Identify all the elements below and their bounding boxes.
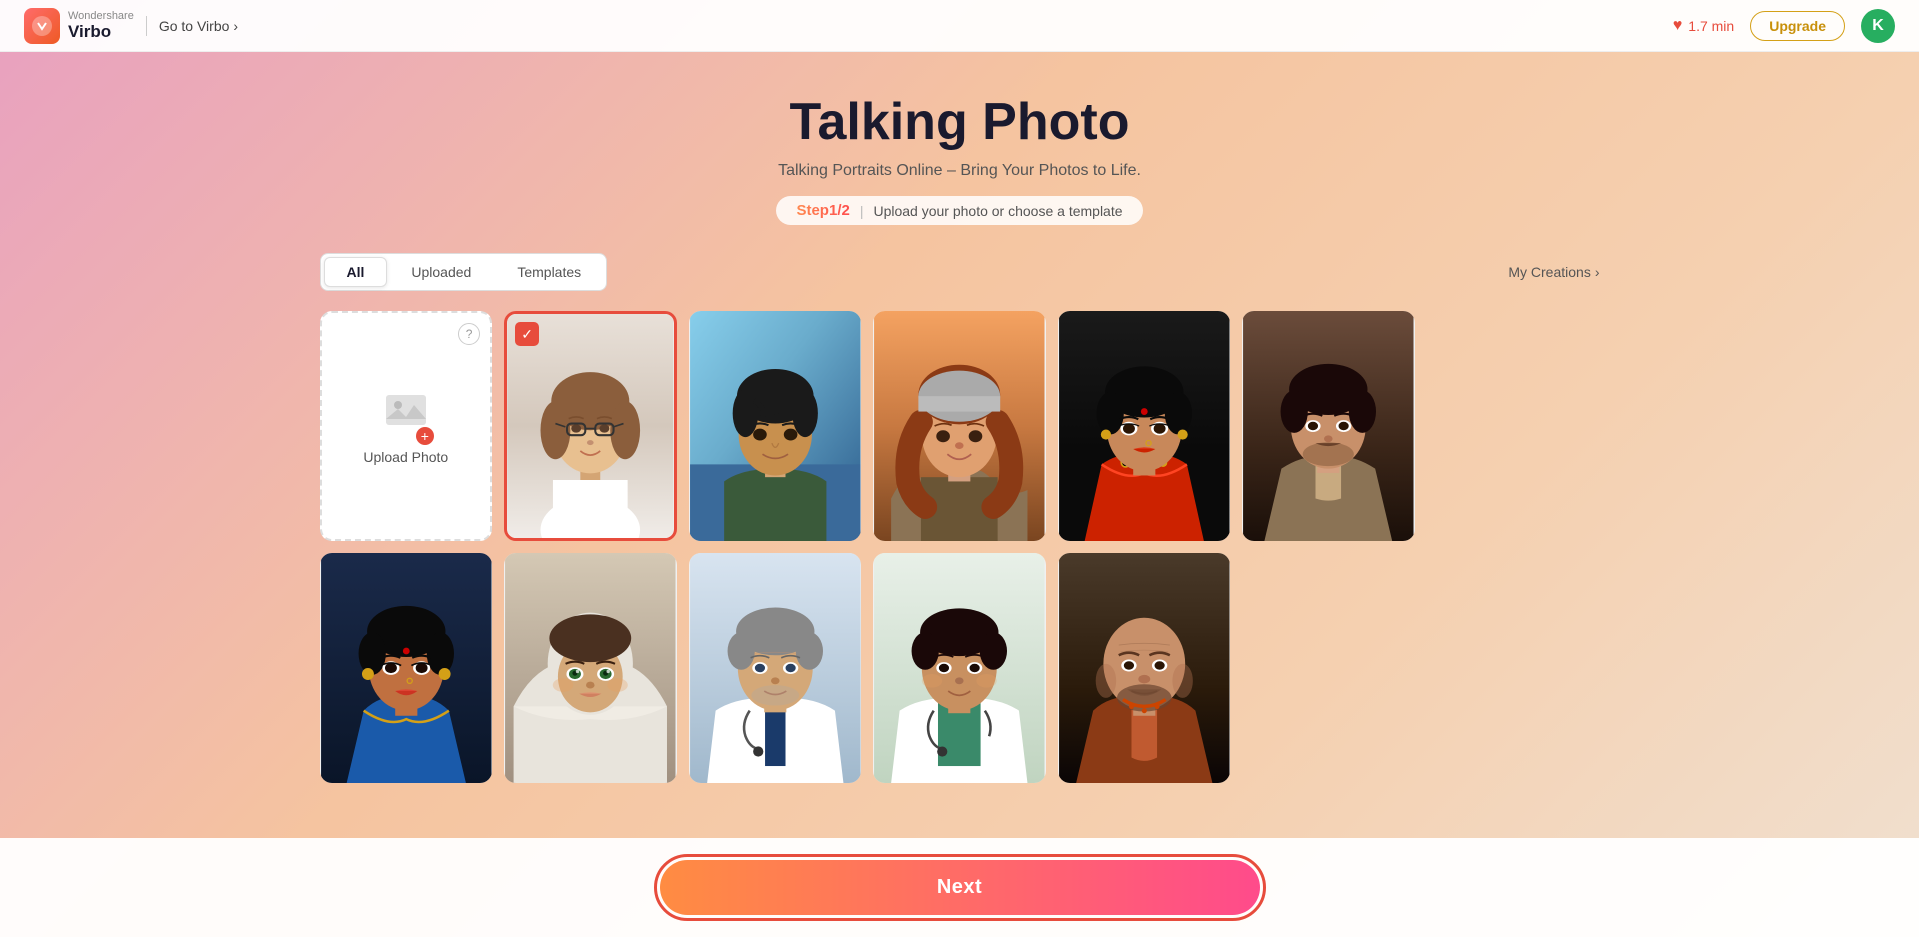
go-to-virbo-link[interactable]: Go to Virbo › xyxy=(159,18,238,34)
portrait-image-girl-scarf xyxy=(873,311,1046,541)
logo-text: Wondershare Virbo xyxy=(68,10,134,42)
upgrade-button[interactable]: Upgrade xyxy=(1750,11,1845,41)
help-icon[interactable]: ? xyxy=(458,323,480,345)
logo: Wondershare Virbo xyxy=(24,8,134,44)
upload-card[interactable]: ? + Upload Photo xyxy=(320,311,493,541)
upload-plus-icon: + xyxy=(416,427,434,445)
portrait-card-woman-wrap[interactable] xyxy=(504,553,677,783)
tab-uploaded[interactable]: Uploaded xyxy=(389,257,493,287)
portrait-card-doctor-male[interactable] xyxy=(689,553,862,783)
portrait-card-young-male[interactable] xyxy=(689,311,862,541)
photo-grid-row-1: ? + Upload Photo ✓ xyxy=(320,311,1600,541)
next-bar: Next xyxy=(0,838,1919,937)
main-content: Talking Photo Talking Portraits Online –… xyxy=(260,52,1660,915)
page-title: Talking Photo xyxy=(320,92,1600,152)
next-button[interactable]: Next xyxy=(660,860,1260,915)
portrait-card-woman-red[interactable] xyxy=(1058,311,1231,541)
heart-icon: ♥ xyxy=(1673,17,1683,35)
portrait-image-man-vest xyxy=(1242,311,1415,541)
portrait-image-woman-blue xyxy=(320,553,493,783)
avatar: K xyxy=(1861,9,1895,43)
header-left: Wondershare Virbo Go to Virbo › xyxy=(24,8,238,44)
step-label: Step1/2 xyxy=(796,202,849,219)
header-divider xyxy=(146,16,147,36)
hero-section: Talking Photo Talking Portraits Online –… xyxy=(320,92,1600,225)
chevron-right-icon: › xyxy=(233,18,238,34)
portrait-card-selected[interactable]: ✓ xyxy=(504,311,677,541)
upload-label: Upload Photo xyxy=(363,449,448,465)
step-description: Upload your photo or choose a template xyxy=(873,203,1122,219)
check-mark-icon: ✓ xyxy=(515,322,539,346)
next-button-wrapper: Next xyxy=(654,854,1266,921)
tab-all[interactable]: All xyxy=(324,257,388,287)
filter-row: All Uploaded Templates My Creations › xyxy=(320,253,1600,291)
hero-subtitle: Talking Portraits Online – Bring Your Ph… xyxy=(320,162,1600,180)
portrait-card-doctor-female[interactable] xyxy=(873,553,1046,783)
my-creations-link[interactable]: My Creations › xyxy=(1508,264,1599,280)
portrait-card-man-vest[interactable] xyxy=(1242,311,1415,541)
step-badge: Step1/2 | Upload your photo or choose a … xyxy=(776,196,1142,225)
step-separator: | xyxy=(860,203,864,219)
chevron-right-icon: › xyxy=(1595,264,1600,280)
logo-product: Virbo xyxy=(68,22,111,41)
portrait-image-doctor-female xyxy=(873,553,1046,783)
upload-photo-icon: + xyxy=(382,387,430,441)
portrait-image-woman-red xyxy=(1058,311,1231,541)
tab-templates[interactable]: Templates xyxy=(495,257,603,287)
photo-grid-row-2 xyxy=(320,553,1600,783)
portrait-image-elder-man xyxy=(1058,553,1231,783)
portrait-image-woman-wrap xyxy=(504,553,677,783)
portrait-card-elder-man[interactable] xyxy=(1058,553,1231,783)
header: Wondershare Virbo Go to Virbo › ♥ 1.7 mi… xyxy=(0,0,1919,52)
logo-brand: Wondershare xyxy=(68,10,134,22)
portrait-image-young-male xyxy=(689,311,862,541)
time-value: 1.7 min xyxy=(1688,18,1734,34)
portrait-image-doctor-male xyxy=(689,553,862,783)
header-right: ♥ 1.7 min Upgrade K xyxy=(1673,9,1895,43)
portrait-card-woman-blue[interactable] xyxy=(320,553,493,783)
filter-tabs: All Uploaded Templates xyxy=(320,253,608,291)
portrait-card-girl-scarf[interactable] xyxy=(873,311,1046,541)
logo-icon xyxy=(24,8,60,44)
portrait-image-selected xyxy=(507,314,674,538)
time-badge: ♥ 1.7 min xyxy=(1673,17,1734,35)
